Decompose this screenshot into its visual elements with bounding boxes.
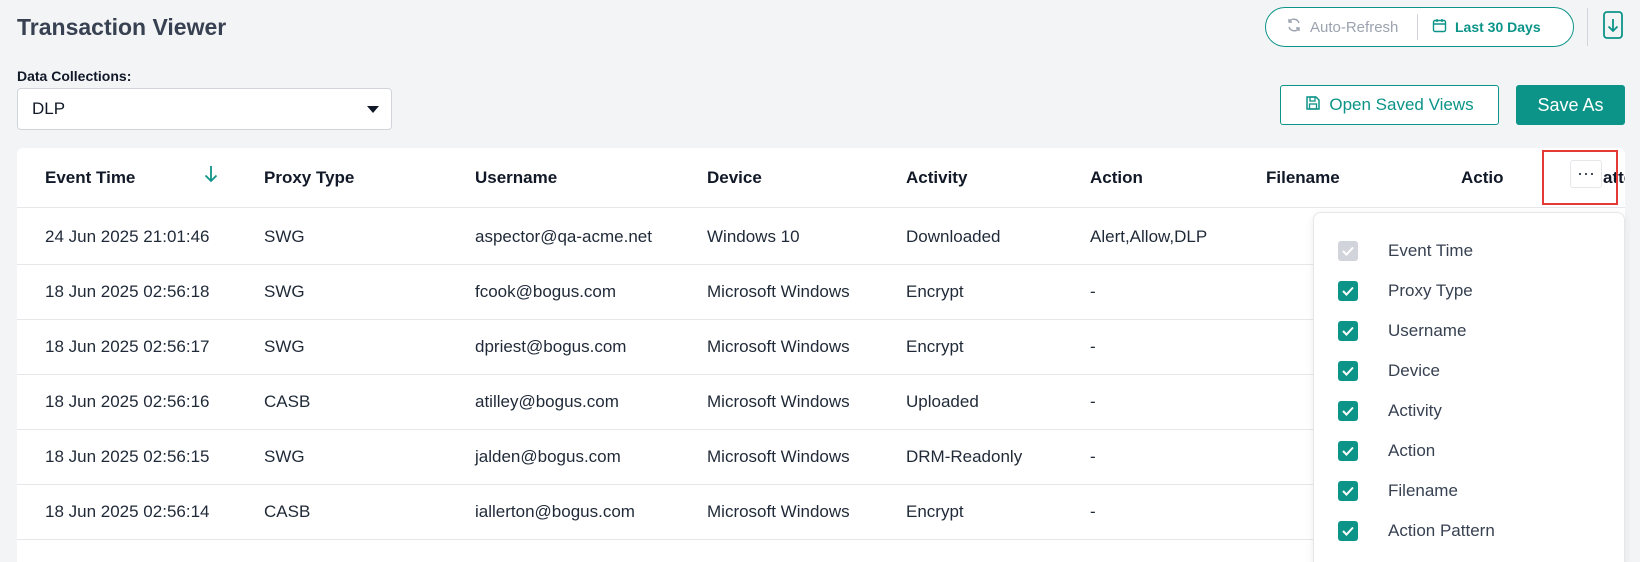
check-icon xyxy=(1338,441,1358,461)
cell-event-time: 18 Jun 2025 02:56:16 xyxy=(45,392,210,411)
arrow-down-icon[interactable] xyxy=(203,164,219,189)
column-toggle-label: Device xyxy=(1388,361,1440,380)
column-toggle-label: Event Time xyxy=(1388,241,1474,260)
column-toggle-activity[interactable]: Activity xyxy=(1338,399,1442,423)
column-toggle-label: Activity xyxy=(1388,401,1442,420)
cell-proxy-type: CASB xyxy=(264,502,311,521)
column-header-filename[interactable]: Filename xyxy=(1266,168,1340,188)
page-title: Transaction Viewer xyxy=(17,14,227,40)
cell-proxy-type: SWG xyxy=(264,282,305,301)
cell-event-time: 18 Jun 2025 02:56:17 xyxy=(45,337,210,356)
column-header-action-pattern[interactable]: Actio xyxy=(1461,168,1504,188)
cell-action: - xyxy=(1090,337,1096,356)
column-header-username[interactable]: Username xyxy=(475,168,557,188)
cell-activity: DRM-Readonly xyxy=(906,447,1023,466)
cell-username: jalden@bogus.com xyxy=(475,447,621,466)
cell-activity: Encrypt xyxy=(906,337,964,356)
cell-device: Microsoft Windows xyxy=(707,502,850,521)
cell-username: aspector@qa-acme.net xyxy=(475,227,652,246)
column-toggle-filename[interactable]: Filename xyxy=(1338,479,1458,503)
auto-refresh-toggle[interactable]: Auto-Refresh xyxy=(1266,14,1418,40)
column-toggle-label: Filename xyxy=(1388,481,1458,500)
header-divider xyxy=(1587,8,1588,46)
column-header-event-time[interactable]: Event Time xyxy=(45,168,135,188)
cell-username: fcook@bogus.com xyxy=(475,282,617,301)
export-button[interactable] xyxy=(1601,10,1625,44)
caret-down-icon xyxy=(367,106,379,113)
column-toggle-action[interactable]: Action xyxy=(1338,439,1435,463)
open-saved-views-label: Open Saved Views xyxy=(1329,95,1474,114)
cell-action: - xyxy=(1090,392,1096,411)
cell-device: Microsoft Windows xyxy=(707,392,850,411)
cell-action: Alert,Allow,DLP xyxy=(1090,227,1208,246)
save-icon xyxy=(1305,95,1321,116)
cell-action: - xyxy=(1090,502,1096,521)
open-saved-views-button[interactable]: Open Saved Views xyxy=(1280,85,1499,125)
check-icon xyxy=(1338,281,1358,301)
column-header-activity[interactable]: Activity xyxy=(906,168,967,188)
cell-activity: Encrypt xyxy=(906,282,964,301)
refresh-icon xyxy=(1286,17,1302,37)
column-toggle-label: Username xyxy=(1388,321,1467,340)
cell-device: Microsoft Windows xyxy=(707,337,850,356)
column-toggle-label: Action Pattern xyxy=(1388,521,1495,540)
cell-activity: Uploaded xyxy=(906,392,979,411)
data-collections-label: Data Collections: xyxy=(17,68,132,84)
cell-event-time: 24 Jun 2025 21:01:46 xyxy=(45,227,210,246)
cell-username: dpriest@bogus.com xyxy=(475,337,627,356)
cell-action: - xyxy=(1090,447,1096,466)
cell-device: Microsoft Windows xyxy=(707,447,850,466)
date-range-label: Last 30 Days xyxy=(1455,19,1541,35)
cell-event-time: 18 Jun 2025 02:56:18 xyxy=(45,282,210,301)
cell-action: - xyxy=(1090,282,1096,301)
cell-device: Windows 10 xyxy=(707,227,800,246)
time-controls: Auto-Refresh Last 30 Days xyxy=(1265,7,1574,47)
save-as-button[interactable]: Save As xyxy=(1516,85,1625,125)
cell-proxy-type: CASB xyxy=(264,392,311,411)
calendar-icon xyxy=(1432,18,1447,36)
column-header-proxy-type[interactable]: Proxy Type xyxy=(264,168,354,188)
column-header-action-pattern-tail: atte xyxy=(1603,168,1625,187)
table-header: Event Time Proxy Type Username Device Ac… xyxy=(17,148,1625,208)
cell-activity: Encrypt xyxy=(906,502,964,521)
column-toggle-action-pattern[interactable]: Action Pattern xyxy=(1338,519,1495,543)
data-collections-value: DLP xyxy=(32,99,66,118)
cell-username: iallerton@bogus.com xyxy=(475,502,635,521)
check-icon xyxy=(1338,241,1358,261)
column-options-button[interactable]: ⋯ xyxy=(1570,160,1602,188)
column-chooser-panel: Event Time Proxy Type Username Device Activi… xyxy=(1313,212,1625,562)
cell-event-time: 18 Jun 2025 02:56:15 xyxy=(45,447,210,466)
cell-activity: Downloaded xyxy=(906,227,1001,246)
column-header-action[interactable]: Action xyxy=(1090,168,1143,188)
column-toggle-username[interactable]: Username xyxy=(1338,319,1466,343)
cell-proxy-type: SWG xyxy=(264,447,305,466)
export-icon xyxy=(1602,10,1624,45)
date-range-picker[interactable]: Last 30 Days xyxy=(1418,18,1541,36)
check-icon xyxy=(1338,401,1358,421)
column-toggle-label: Proxy Type xyxy=(1388,281,1473,300)
column-toggle-proxy-type[interactable]: Proxy Type xyxy=(1338,279,1473,303)
auto-refresh-label: Auto-Refresh xyxy=(1310,18,1399,36)
check-icon xyxy=(1338,321,1358,341)
column-toggle-event-time[interactable]: Event Time xyxy=(1338,239,1473,263)
cell-proxy-type: SWG xyxy=(264,227,305,246)
data-collections-select[interactable]: DLP xyxy=(17,88,392,130)
check-icon xyxy=(1338,521,1358,541)
column-toggle-label: Action xyxy=(1388,441,1436,460)
cell-device: Microsoft Windows xyxy=(707,282,850,301)
column-header-device[interactable]: Device xyxy=(707,168,762,188)
cell-proxy-type: SWG xyxy=(264,337,305,356)
check-icon xyxy=(1338,481,1358,501)
cell-username: atilley@bogus.com xyxy=(475,392,619,411)
cell-event-time: 18 Jun 2025 02:56:14 xyxy=(45,502,210,521)
check-icon xyxy=(1338,361,1358,381)
column-toggle-device[interactable]: Device xyxy=(1338,359,1440,383)
